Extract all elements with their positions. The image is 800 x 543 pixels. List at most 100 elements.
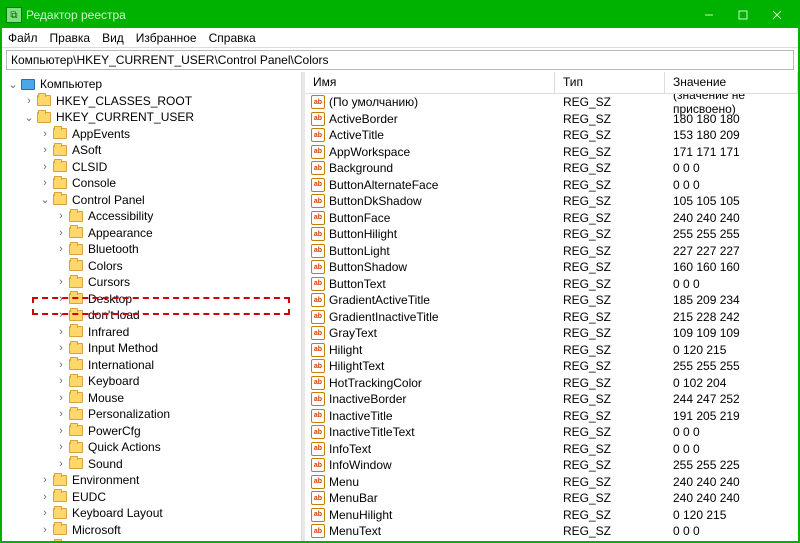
menu-избранное[interactable]: Избранное [136,31,197,45]
tree-appearance[interactable]: ›Appearance [2,225,301,242]
expand-toggle[interactable]: › [38,177,52,189]
menu-файл[interactable]: Файл [8,31,38,45]
expand-toggle[interactable]: › [54,227,68,239]
expand-toggle[interactable]: › [54,293,68,305]
tree-accessibility[interactable]: ›Accessibility [2,208,301,225]
value-row[interactable]: abHotTrackingColorREG_SZ0 102 204 [305,375,798,392]
value-row[interactable]: abInactiveBorderREG_SZ244 247 252 [305,391,798,408]
tree-environment[interactable]: ›Environment [2,472,301,489]
tree-quick-actions[interactable]: ›Quick Actions [2,439,301,456]
value-row[interactable]: abMenuTextREG_SZ0 0 0 [305,523,798,540]
expand-toggle[interactable]: ⌄ [22,111,36,124]
tree-sound[interactable]: ›Sound [2,456,301,473]
tree-microsoft[interactable]: ›Microsoft [2,522,301,539]
minimize-button[interactable] [692,5,726,25]
value-row[interactable]: abHilightTextREG_SZ255 255 255 [305,358,798,375]
titlebar[interactable]: ⧉ Редактор реестра [2,2,798,28]
value-row[interactable]: abButtonFaceREG_SZ240 240 240 [305,210,798,227]
value-row[interactable]: abBackgroundREG_SZ0 0 0 [305,160,798,177]
tree-root[interactable]: ⌄Компьютер [2,76,301,93]
expand-toggle[interactable]: › [54,309,68,321]
column-value[interactable]: Значение [665,72,798,93]
expand-toggle[interactable]: › [54,243,68,255]
tree-console[interactable]: ›Console [2,175,301,192]
expand-toggle[interactable]: ⌄ [6,78,20,91]
expand-toggle[interactable]: › [54,392,68,404]
value-row[interactable]: abInactiveTitleREG_SZ191 205 219 [305,408,798,425]
expand-toggle[interactable]: › [54,342,68,354]
value-row[interactable]: abGrayTextREG_SZ109 109 109 [305,325,798,342]
tree-hkcr[interactable]: ›HKEY_CLASSES_ROOT [2,93,301,110]
close-button[interactable] [760,5,794,25]
expand-toggle[interactable]: › [38,540,52,541]
value-row[interactable]: abButtonDkShadowREG_SZ105 105 105 [305,193,798,210]
expand-toggle[interactable]: › [38,161,52,173]
value-row[interactable]: abHilightREG_SZ0 120 215 [305,342,798,359]
tree-cursors[interactable]: ›Cursors [2,274,301,291]
value-row[interactable]: abScrollbarREG_SZ200 200 200 [305,540,798,542]
expand-toggle[interactable]: › [54,210,68,222]
tree-clsid[interactable]: ›CLSID [2,159,301,176]
expand-toggle[interactable]: › [38,474,52,486]
tree-eudc[interactable]: ›EUDC [2,489,301,506]
value-row[interactable]: ab(По умолчанию)REG_SZ(значение не присв… [305,94,798,111]
expand-toggle[interactable]: › [38,128,52,140]
value-row[interactable]: abInactiveTitleTextREG_SZ0 0 0 [305,424,798,441]
value-row[interactable]: abButtonShadowREG_SZ160 160 160 [305,259,798,276]
value-row[interactable]: abGradientInactiveTitleREG_SZ215 228 242 [305,309,798,326]
tree-input-method[interactable]: ›Input Method [2,340,301,357]
expand-toggle[interactable]: › [54,458,68,470]
value-row[interactable]: abButtonAlternateFaceREG_SZ0 0 0 [305,177,798,194]
value-row[interactable]: abAppWorkspaceREG_SZ171 171 171 [305,144,798,161]
expand-toggle[interactable]: › [54,326,68,338]
value-row[interactable]: abButtonLightREG_SZ227 227 227 [305,243,798,260]
list-body[interactable]: ab(По умолчанию)REG_SZ(значение не присв… [305,94,798,541]
tree-don-t-load[interactable]: ›don't load [2,307,301,324]
tree-infrared[interactable]: ›Infrared [2,324,301,341]
tree-colors[interactable]: ›Colors [2,258,301,275]
tree-mouse[interactable]: ›Mouse [2,390,301,407]
expand-toggle[interactable]: › [54,441,68,453]
expand-toggle[interactable]: › [54,408,68,420]
tree-desktop[interactable]: ›Desktop [2,291,301,308]
tree-international[interactable]: ›International [2,357,301,374]
expand-toggle[interactable]: › [38,507,52,519]
tree-hkcu[interactable]: ⌄HKEY_CURRENT_USER [2,109,301,126]
value-row[interactable]: abInfoTextREG_SZ0 0 0 [305,441,798,458]
maximize-button[interactable] [726,5,760,25]
expand-toggle[interactable]: › [22,95,36,107]
tree-personalization[interactable]: ›Personalization [2,406,301,423]
expand-toggle[interactable]: › [54,375,68,387]
expand-toggle[interactable]: › [54,276,68,288]
expand-toggle[interactable]: ⌄ [38,193,52,206]
address-bar[interactable]: Компьютер\HKEY_CURRENT_USER\Control Pane… [6,50,794,70]
value-row[interactable]: abMenuREG_SZ240 240 240 [305,474,798,491]
expand-toggle[interactable]: › [38,144,52,156]
expand-toggle[interactable]: › [38,491,52,503]
menu-вид[interactable]: Вид [102,31,124,45]
value-row[interactable]: abButtonTextREG_SZ0 0 0 [305,276,798,293]
value-row[interactable]: abButtonHilightREG_SZ255 255 255 [305,226,798,243]
expand-toggle[interactable]: › [54,359,68,371]
tree-bluetooth[interactable]: ›Bluetooth [2,241,301,258]
tree-network[interactable]: ›Network [2,538,301,541]
column-type[interactable]: Тип [555,72,665,93]
menu-справка[interactable]: Справка [209,31,256,45]
value-row[interactable]: abMenuBarREG_SZ240 240 240 [305,490,798,507]
tree-keyboard-layout[interactable]: ›Keyboard Layout [2,505,301,522]
value-row[interactable]: abInfoWindowREG_SZ255 255 225 [305,457,798,474]
value-row[interactable]: abMenuHilightREG_SZ0 120 215 [305,507,798,524]
value-row[interactable]: abGradientActiveTitleREG_SZ185 209 234 [305,292,798,309]
expand-toggle[interactable]: › [38,524,52,536]
tree-control-panel[interactable]: ⌄Control Panel [2,192,301,209]
tree-panel[interactable]: ⌄Компьютер›HKEY_CLASSES_ROOT⌄HKEY_CURREN… [2,72,302,541]
tree-powercfg[interactable]: ›PowerCfg [2,423,301,440]
tree-asoft[interactable]: ›ASoft [2,142,301,159]
tree-keyboard[interactable]: ›Keyboard [2,373,301,390]
value-row[interactable]: abActiveTitleREG_SZ153 180 209 [305,127,798,144]
menu-правка[interactable]: Правка [50,31,91,45]
column-name[interactable]: Имя [305,72,555,93]
value-row[interactable]: abActiveBorderREG_SZ180 180 180 [305,111,798,128]
tree-appevents[interactable]: ›AppEvents [2,126,301,143]
expand-toggle[interactable]: › [54,425,68,437]
